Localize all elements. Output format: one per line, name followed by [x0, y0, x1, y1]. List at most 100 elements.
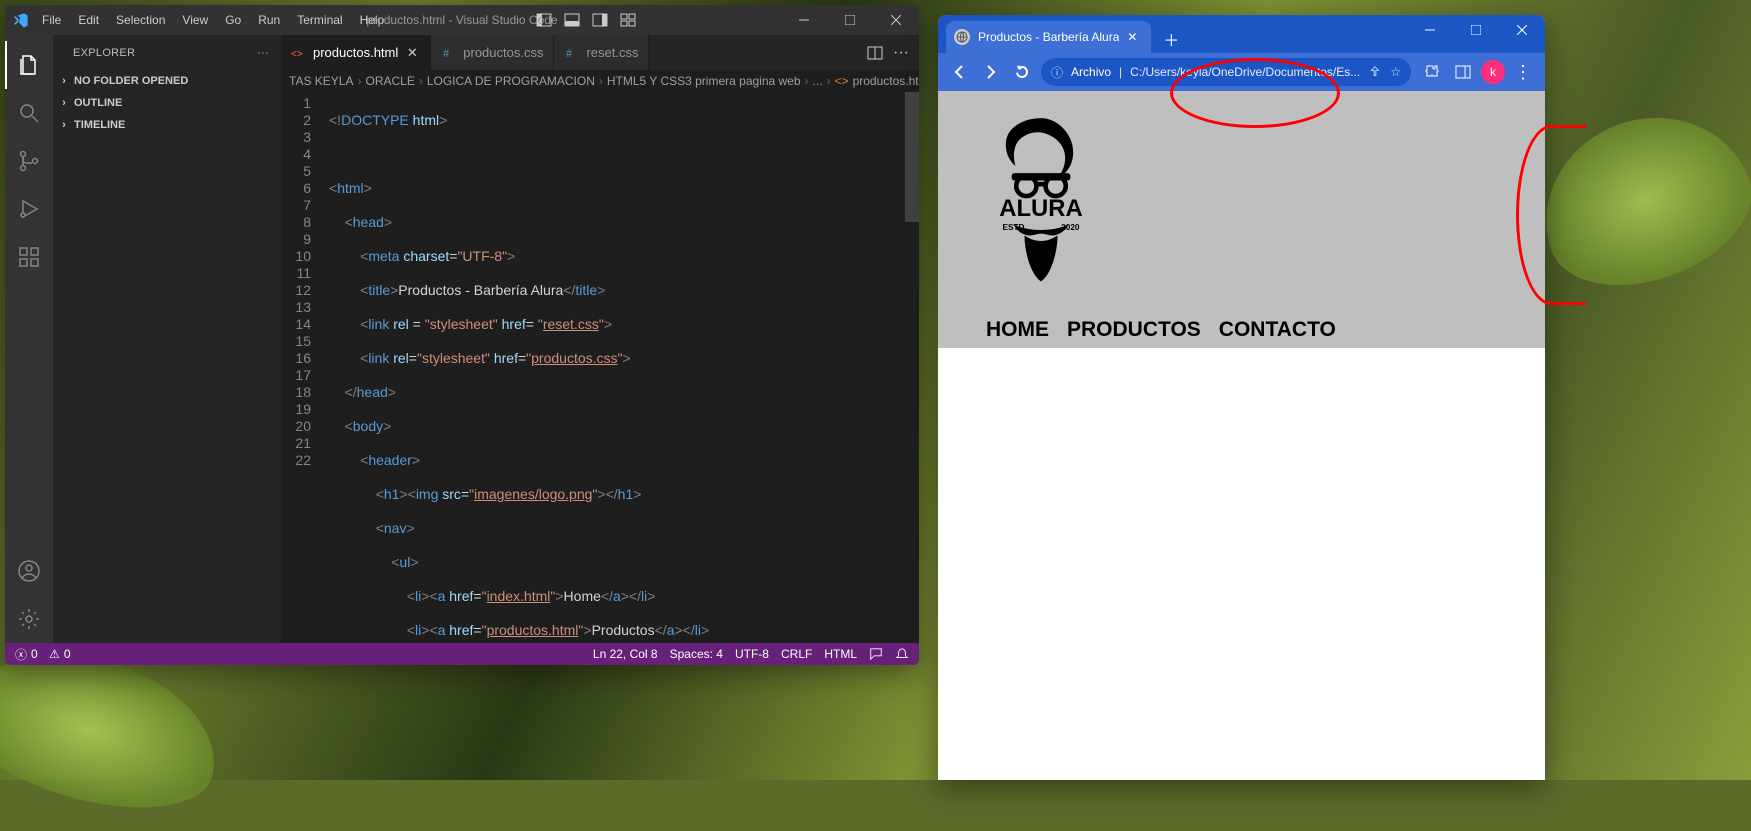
profile-avatar[interactable]: k [1481, 60, 1505, 84]
window-controls [781, 5, 919, 35]
page-header: ALURA ESTD 2020 HOME PRODUCTOS CONTACTO [938, 91, 1545, 348]
crumb[interactable]: ORACLE [365, 74, 414, 88]
menu-go[interactable]: Go [218, 9, 248, 31]
menu-view[interactable]: View [175, 9, 215, 31]
bookmark-star-icon[interactable]: ☆ [1390, 65, 1401, 79]
chevron-right-icon: › [57, 97, 71, 109]
menu-selection[interactable]: Selection [109, 9, 172, 31]
url-separator: | [1119, 65, 1122, 79]
code-editor[interactable]: 12345678910111213141516171819202122 <!DO… [281, 92, 919, 643]
css-file-icon: # [564, 45, 580, 61]
tab-productos-html[interactable]: <> productos.html ✕ [281, 35, 431, 70]
logo: ALURA ESTD 2020 [986, 105, 1096, 300]
code-content[interactable]: <!DOCTYPE html> <html> <head> <meta char… [329, 92, 919, 643]
more-actions-icon[interactable]: ··· [893, 44, 909, 62]
close-button[interactable] [1499, 15, 1545, 45]
crumb[interactable]: TAS KEYLA [289, 74, 353, 88]
tab-reset-css[interactable]: # reset.css [554, 35, 649, 70]
status-lncol[interactable]: Ln 22, Col 8 [593, 647, 658, 661]
tab-label: productos.css [463, 45, 543, 60]
tab-productos-css[interactable]: # productos.css [431, 35, 554, 70]
maximize-button[interactable] [1453, 15, 1499, 45]
chevron-right-icon: › [57, 119, 71, 131]
crumb[interactable]: HTML5 Y CSS3 primera pagina web [607, 74, 801, 88]
menu-run[interactable]: Run [251, 9, 287, 31]
nav-productos[interactable]: PRODUCTOS [1067, 318, 1201, 342]
crumb[interactable]: LOGICA DE PROGRAMACION [427, 74, 595, 88]
tab-title: Productos - Barbería Alura [978, 30, 1119, 44]
menu-terminal[interactable]: Terminal [290, 9, 349, 31]
line-numbers: 12345678910111213141516171819202122 [281, 92, 329, 643]
breadcrumb[interactable]: TAS KEYLA› ORACLE› LOGICA DE PROGRAMACIO… [281, 70, 919, 92]
page-nav: HOME PRODUCTOS CONTACTO [986, 318, 1545, 342]
chevron-right-icon: › [57, 75, 71, 87]
chrome-window-controls [1407, 15, 1545, 45]
tab-label: productos.html [313, 45, 398, 60]
scrollbar-vertical[interactable] [905, 92, 919, 643]
section-label: TIMELINE [74, 119, 125, 131]
error-icon: ⓧ [15, 646, 27, 663]
extensions-puzzle-icon[interactable] [1417, 58, 1445, 86]
warning-icon: ⚠ [49, 647, 60, 661]
editor-group: <> productos.html ✕ # productos.css # re… [281, 35, 919, 643]
split-editor-icon[interactable] [867, 45, 883, 61]
vscode-titlebar[interactable]: File Edit Selection View Go Run Terminal… [5, 5, 919, 35]
nav-home[interactable]: HOME [986, 318, 1049, 342]
share-icon[interactable] [1368, 65, 1382, 79]
tab-close-icon[interactable]: ✕ [404, 45, 420, 61]
run-debug-icon[interactable] [5, 185, 53, 233]
close-button[interactable] [873, 5, 919, 35]
status-bar: ⓧ0 ⚠0 Ln 22, Col 8 Spaces: 4 UTF-8 CRLF … [5, 643, 919, 665]
section-no-folder[interactable]: ›NO FOLDER OPENED [53, 70, 281, 92]
feedback-icon[interactable] [869, 647, 883, 661]
chrome-menu-icon[interactable]: ⋮ [1509, 58, 1537, 86]
maximize-button[interactable] [827, 5, 873, 35]
chrome-toolbar: ⓘ Archivo | C:/Users/keyla/OneDrive/Docu… [938, 53, 1545, 91]
explorer-more-icon[interactable]: ··· [257, 47, 269, 59]
vscode-menu: File Edit Selection View Go Run Terminal… [35, 9, 391, 31]
url-text: C:/Users/keyla/OneDrive/Documentos/Es... [1130, 65, 1360, 79]
back-button[interactable] [946, 58, 972, 86]
section-timeline[interactable]: ›TIMELINE [53, 114, 281, 136]
extensions-icon[interactable] [5, 233, 53, 281]
status-spaces[interactable]: Spaces: 4 [670, 647, 723, 661]
minimize-button[interactable] [781, 5, 827, 35]
layout-panel-bottom-icon[interactable] [558, 5, 586, 35]
search-icon[interactable] [5, 89, 53, 137]
explorer-icon[interactable] [5, 41, 53, 89]
side-panel-icon[interactable] [1449, 58, 1477, 86]
status-encoding[interactable]: UTF-8 [735, 647, 769, 661]
settings-gear-icon[interactable] [5, 595, 53, 643]
accounts-icon[interactable] [5, 547, 53, 595]
crumb[interactable]: ... [813, 74, 823, 88]
layout-panel-right-icon[interactable] [586, 5, 614, 35]
svg-text:#: # [566, 48, 573, 60]
reload-button[interactable] [1009, 58, 1035, 86]
menu-file[interactable]: File [35, 9, 68, 31]
svg-text:<>: <> [291, 49, 303, 60]
address-bar[interactable]: ⓘ Archivo | C:/Users/keyla/OneDrive/Docu… [1041, 58, 1411, 86]
nav-contacto[interactable]: CONTACTO [1219, 318, 1336, 342]
minimize-button[interactable] [1407, 15, 1453, 45]
tab-close-icon[interactable]: ✕ [1127, 30, 1143, 44]
info-icon[interactable]: ⓘ [1051, 64, 1063, 81]
activity-bar [5, 35, 53, 643]
section-outline[interactable]: ›OUTLINE [53, 92, 281, 114]
browser-tab[interactable]: Productos - Barbería Alura ✕ [946, 21, 1151, 53]
status-problems[interactable]: ⓧ0 ⚠0 [15, 646, 71, 663]
forward-button[interactable] [978, 58, 1004, 86]
section-label: NO FOLDER OPENED [74, 75, 188, 87]
new-tab-button[interactable]: ＋ [1157, 25, 1185, 53]
bell-icon[interactable] [895, 647, 909, 661]
source-control-icon[interactable] [5, 137, 53, 185]
menu-edit[interactable]: Edit [71, 9, 106, 31]
layout-customize-icon[interactable] [614, 5, 642, 35]
scrollbar-thumb[interactable] [905, 92, 919, 222]
html-file-icon: <> [835, 74, 849, 88]
chrome-tabstrip: Productos - Barbería Alura ✕ ＋ [938, 15, 1545, 53]
status-language[interactable]: HTML [824, 647, 857, 661]
explorer-sidebar: EXPLORER ··· ›NO FOLDER OPENED ›OUTLINE … [53, 35, 281, 643]
explorer-title: EXPLORER [73, 47, 135, 59]
status-eol[interactable]: CRLF [781, 647, 812, 661]
crumb[interactable]: productos.html [853, 74, 919, 88]
